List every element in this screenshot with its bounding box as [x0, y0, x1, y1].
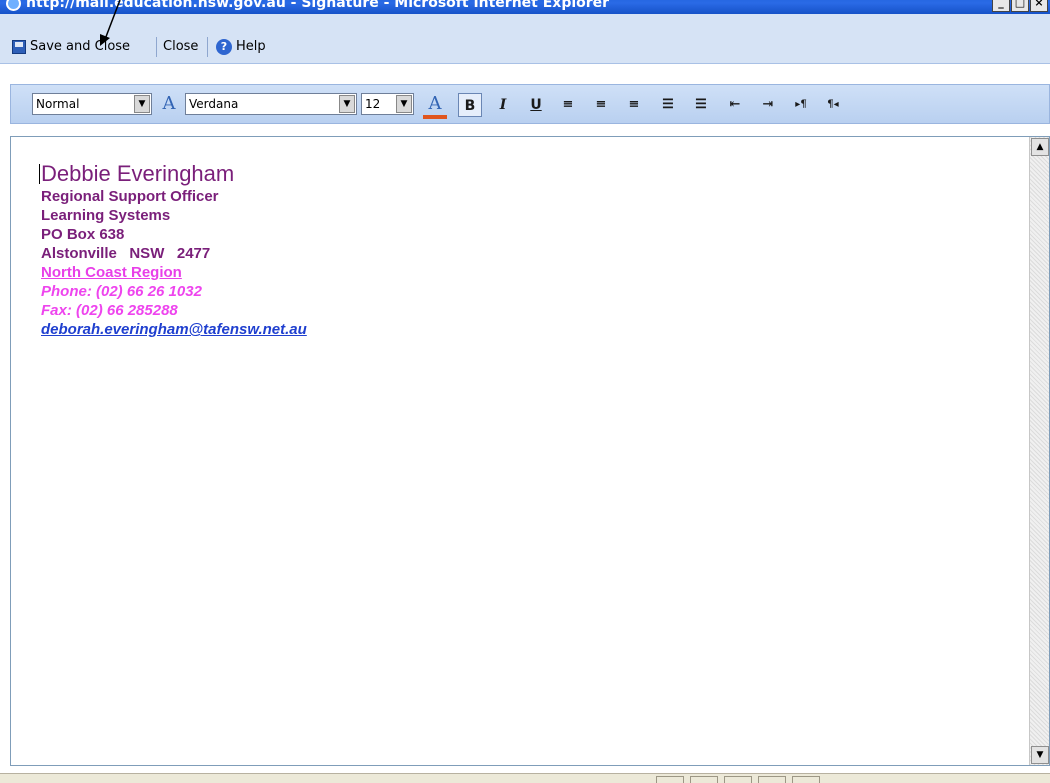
- internet-explorer-icon: [6, 0, 21, 11]
- close-label: Close: [163, 39, 199, 54]
- scroll-up-icon[interactable]: ▲: [1031, 138, 1049, 156]
- window-controls: _ □ ×: [992, 0, 1048, 12]
- signature-name: Debbie Everingham: [41, 161, 235, 186]
- align-left-icon[interactable]: ≡: [556, 93, 580, 117]
- status-panel: [690, 776, 718, 783]
- status-panel: [724, 776, 752, 783]
- align-right-icon[interactable]: ≡: [622, 93, 646, 117]
- toolbar-separator: [156, 37, 157, 57]
- signature-phone: Phone: (02) 66 26 1032: [41, 283, 202, 300]
- underline-button[interactable]: U: [524, 93, 548, 117]
- minimize-button[interactable]: _: [992, 0, 1010, 12]
- chevron-down-icon[interactable]: ▼: [339, 95, 355, 113]
- ltr-direction-icon[interactable]: ▸¶: [789, 93, 813, 117]
- chevron-down-icon[interactable]: ▼: [134, 95, 150, 113]
- font-color-icon[interactable]: A: [423, 93, 447, 119]
- decrease-indent-icon[interactable]: ⇤: [723, 93, 747, 117]
- signature-content[interactable]: Debbie Everingham Regional Support Offic…: [39, 161, 307, 340]
- chevron-down-icon[interactable]: ▼: [396, 95, 412, 113]
- signature-title: Regional Support Officer: [41, 188, 219, 205]
- status-panel: [792, 776, 820, 783]
- close-window-button[interactable]: ×: [1030, 0, 1048, 12]
- signature-region-link[interactable]: North Coast Region: [41, 263, 307, 282]
- maximize-button[interactable]: □: [1011, 0, 1029, 12]
- italic-button[interactable]: I: [491, 93, 515, 117]
- increase-indent-icon[interactable]: ⇥: [756, 93, 780, 117]
- signature-department: Learning Systems: [41, 207, 171, 224]
- style-select-value: Normal: [36, 97, 80, 111]
- signature-address-line2: Alstonville NSW 2477: [41, 245, 211, 262]
- help-label: Help: [236, 39, 266, 54]
- text-caret: [39, 164, 40, 184]
- close-button[interactable]: Close: [163, 36, 198, 58]
- help-icon: ?: [216, 39, 232, 55]
- format-toolbar: Normal ▼ A Verdana ▼ 12 ▼ A B I U ≡ ≡ ≡ …: [10, 84, 1050, 124]
- status-panel: [758, 776, 786, 783]
- toolbar-separator: [207, 37, 208, 57]
- rtl-direction-icon[interactable]: ¶◂: [821, 93, 845, 117]
- bullet-list-icon[interactable]: ☰: [656, 93, 680, 117]
- font-select[interactable]: Verdana ▼: [185, 93, 357, 115]
- numbered-list-icon[interactable]: ☰: [689, 93, 713, 117]
- signature-email-link[interactable]: deborah.everingham@tafensw.net.au: [41, 320, 307, 340]
- font-size-select[interactable]: 12 ▼: [361, 93, 414, 115]
- signature-fax: Fax: (02) 66 285288: [41, 302, 178, 319]
- help-button[interactable]: ? Help: [216, 36, 266, 58]
- signature-editor[interactable]: Debbie Everingham Regional Support Offic…: [10, 136, 1050, 766]
- signature-address-line1: PO Box 638: [41, 226, 125, 243]
- vertical-scrollbar[interactable]: ▲ ▼: [1029, 137, 1049, 765]
- scroll-down-icon[interactable]: ▼: [1031, 746, 1049, 764]
- font-select-value: Verdana: [189, 97, 239, 111]
- window-title-bar: http://mail.education.nsw.gov.au - Signa…: [0, 0, 1050, 14]
- style-select[interactable]: Normal ▼: [32, 93, 152, 115]
- font-icon: A: [162, 93, 176, 114]
- font-size-value: 12: [365, 97, 381, 111]
- bold-button[interactable]: B: [458, 93, 482, 117]
- align-center-icon[interactable]: ≡: [589, 93, 613, 117]
- status-panel: [656, 776, 684, 783]
- status-bar: [0, 773, 1050, 783]
- save-icon: [12, 40, 26, 54]
- annotation-arrow: [100, 0, 121, 46]
- command-toolbar: Save and Close Close ? Help: [0, 14, 1050, 64]
